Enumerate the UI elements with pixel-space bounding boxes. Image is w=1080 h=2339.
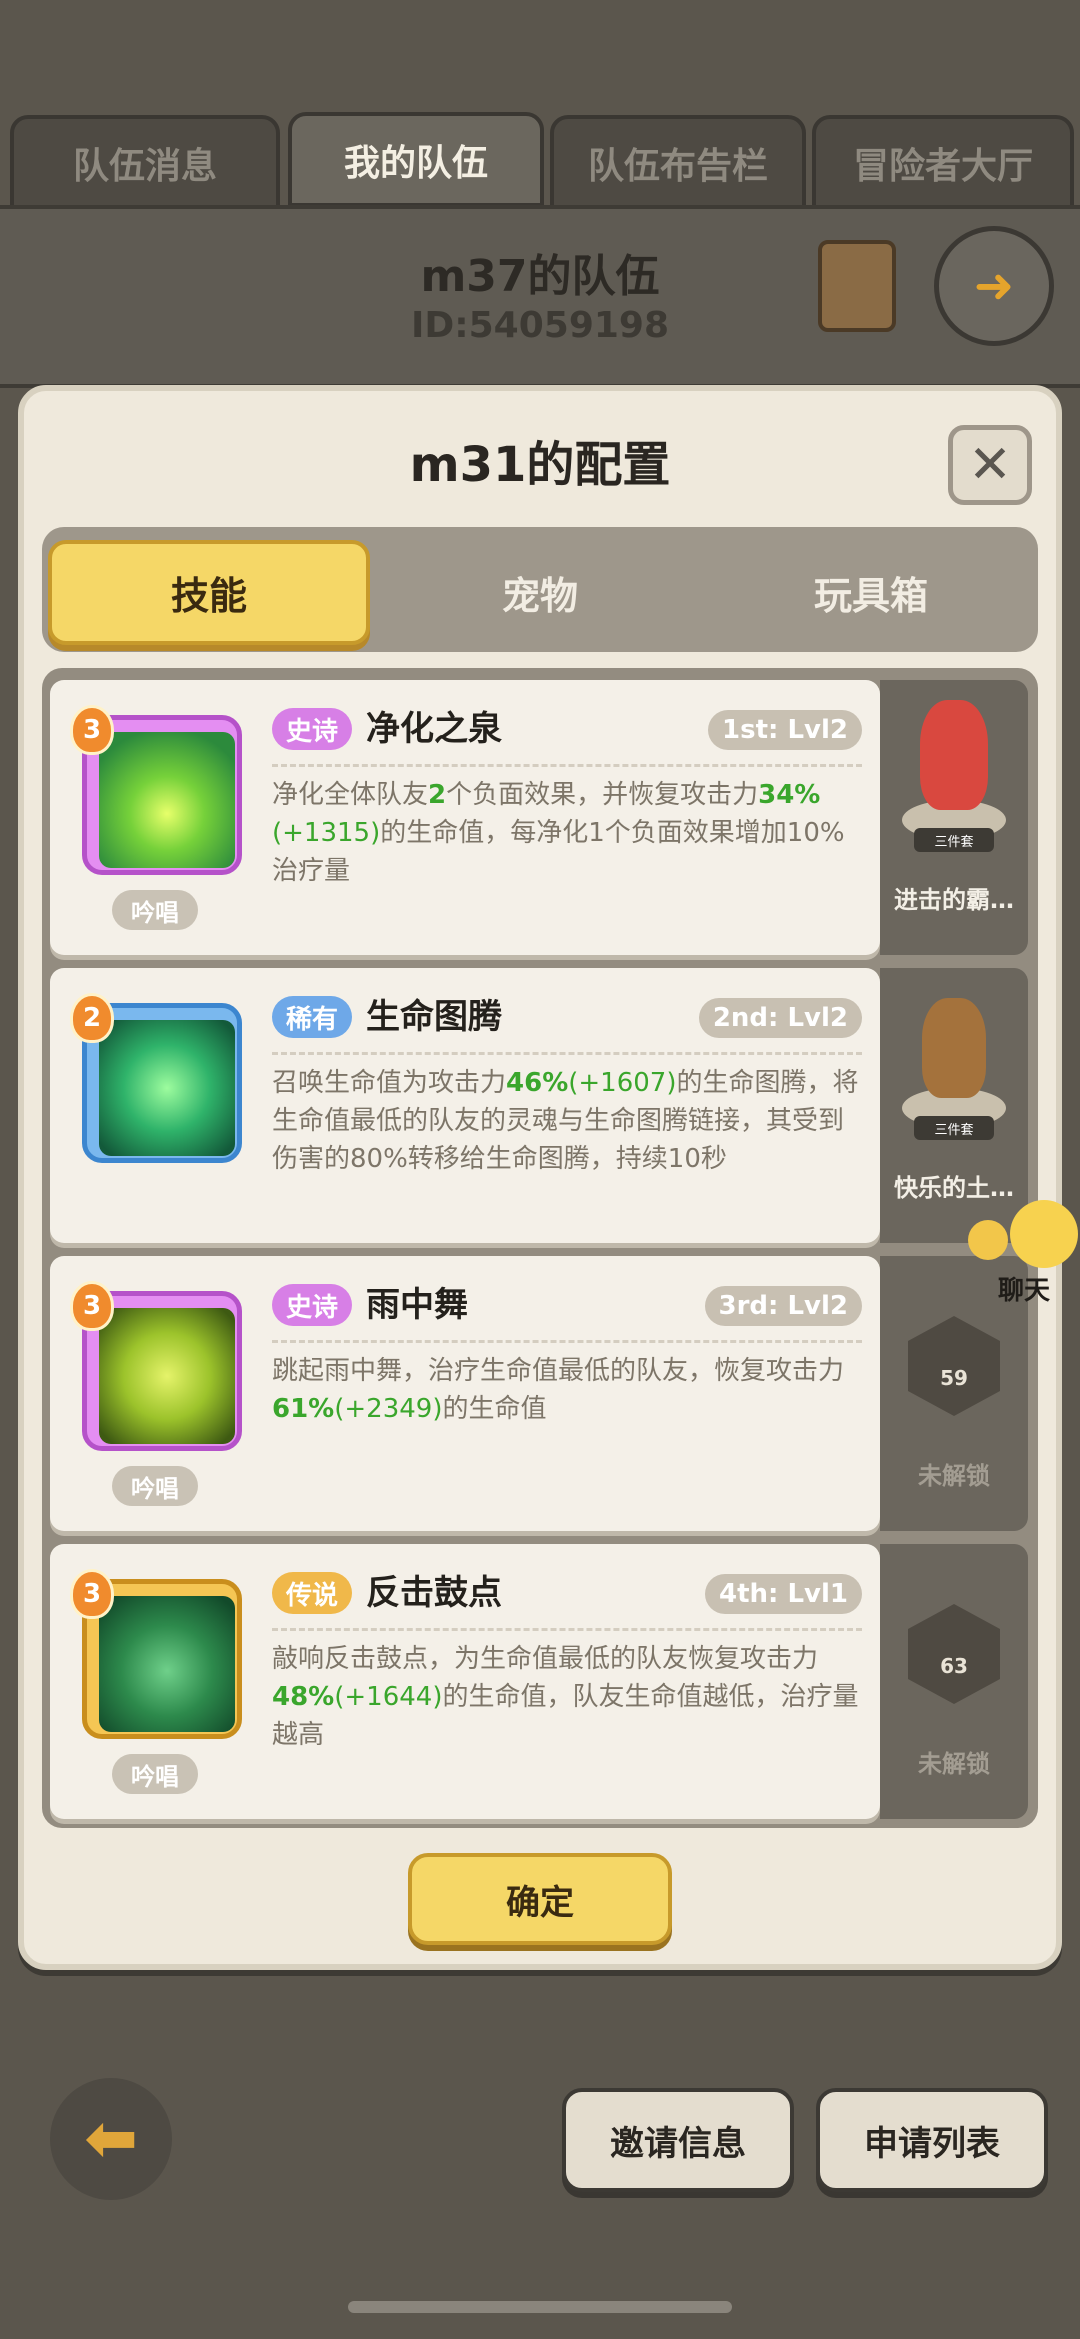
skill-name: 反击鼓点 xyxy=(366,1573,502,1613)
tab-skills[interactable]: 技能 xyxy=(48,540,370,645)
back-arrow-icon: ⬅ xyxy=(84,2102,138,2176)
slot-level: 2nd: Lvl2 xyxy=(698,998,862,1038)
skill-card[interactable]: 2 稀有 生命图腾 2nd: Lvl2 召唤生命值为攻击力46%(+1607)的… xyxy=(50,968,880,1243)
team-id: ID:54059198 xyxy=(410,305,670,346)
tab-label: 我的队伍 xyxy=(343,142,488,184)
back-button[interactable]: ⬅ xyxy=(50,2078,172,2200)
confirm-button[interactable]: 确定 xyxy=(408,1853,672,1945)
skill-name: 雨中舞 xyxy=(366,1285,468,1325)
pet-slot[interactable]: 三件套 进击的霸… xyxy=(880,680,1028,955)
tab-pets[interactable]: 宠物 xyxy=(380,540,700,645)
skill-level-badge: 3 xyxy=(70,705,114,755)
chat-button[interactable]: 聊天 xyxy=(968,1200,1080,1310)
close-button[interactable]: ✕ xyxy=(948,425,1032,505)
chat-label: 聊天 xyxy=(997,1276,1050,1306)
rarity-badge: 史诗 xyxy=(272,1284,353,1326)
divider xyxy=(272,1628,862,1631)
pet-dragon-icon xyxy=(920,700,988,810)
exit-team-icon[interactable]: ➜ xyxy=(934,226,1054,346)
tab-label: 宠物 xyxy=(501,574,578,618)
divider xyxy=(272,1052,862,1055)
tab-adventurer-hall[interactable]: 冒险者大厅 xyxy=(812,115,1074,210)
rarity-badge: 传说 xyxy=(272,1572,353,1614)
pet-name: 快乐的土… xyxy=(894,1174,1014,1202)
tab-label: 队伍布告栏 xyxy=(587,145,768,187)
scroll-notice-icon[interactable] xyxy=(818,240,896,332)
close-icon: ✕ xyxy=(968,435,1012,495)
confirm-label: 确定 xyxy=(506,1882,574,1923)
slot-level: 3rd: Lvl2 xyxy=(704,1286,862,1326)
skill-name: 净化之泉 xyxy=(366,709,502,749)
pet-slot-locked: 63 未解锁 xyxy=(880,1544,1028,1819)
rarity-badge: 史诗 xyxy=(272,708,353,750)
skill-description: 净化全体队友2个负面效果，并恢复攻击力34%(+1315)的生命值，每净化1个负… xyxy=(272,780,845,886)
skill-description: 跳起雨中舞，治疗生命值最低的队友，恢复攻击力61%(+2349)的生命值 xyxy=(272,1356,845,1424)
tab-label: 玩具箱 xyxy=(813,574,928,618)
tab-my-team[interactable]: 我的队伍 xyxy=(288,112,544,207)
button-label: 邀请信息 xyxy=(610,2123,746,2164)
skill-level-badge: 2 xyxy=(70,993,114,1043)
chat-bubble-icon xyxy=(968,1220,1008,1260)
divider xyxy=(272,764,862,767)
set-tag: 三件套 xyxy=(914,828,994,852)
chant-badge: 吟唱 xyxy=(112,1754,198,1794)
pet-name: 进击的霸… xyxy=(894,886,1014,914)
slot-level: 4th: Lvl1 xyxy=(705,1574,862,1614)
team-name: m37的队伍 xyxy=(420,251,660,302)
unlock-level: 59 xyxy=(940,1366,968,1390)
pet-mole-icon xyxy=(922,998,986,1098)
skill-description: 召唤生命值为攻击力46%(+1607)的生命图腾，将生命值最低的队友的灵魂与生命… xyxy=(272,1068,859,1174)
home-indicator[interactable] xyxy=(348,2301,732,2313)
skill-card[interactable]: 3 吟唱 史诗 净化之泉 1st: Lvl2 净化全体队友2个负面效果，并恢复攻… xyxy=(50,680,880,955)
skill-card[interactable]: 3 吟唱 传说 反击鼓点 4th: Lvl1 敲响反击鼓点，为生命值最低的队友恢… xyxy=(50,1544,880,1819)
chat-face-icon xyxy=(1010,1200,1078,1268)
apply-list-button[interactable]: 申请列表 xyxy=(816,2088,1048,2192)
button-label: 申请列表 xyxy=(864,2123,1000,2164)
tab-team-messages[interactable]: 队伍消息 xyxy=(10,115,280,210)
set-tag: 三件套 xyxy=(914,1116,994,1140)
tab-label: 队伍消息 xyxy=(72,145,217,187)
locked-label: 未解锁 xyxy=(918,1750,990,1778)
tab-label: 技能 xyxy=(170,574,247,618)
modal-title: m31的配置 xyxy=(409,437,671,493)
rarity-badge: 稀有 xyxy=(272,996,353,1038)
chant-badge: 吟唱 xyxy=(112,890,198,930)
locked-label: 未解锁 xyxy=(918,1462,990,1490)
skill-level-badge: 3 xyxy=(70,1281,114,1331)
skill-description: 敲响反击鼓点，为生命值最低的队友恢复攻击力48%(+1644)的生命值，队友生命… xyxy=(272,1644,859,1750)
tab-team-board[interactable]: 队伍布告栏 xyxy=(550,115,806,210)
tab-toybox[interactable]: 玩具箱 xyxy=(710,540,1032,645)
chant-badge: 吟唱 xyxy=(112,1466,198,1506)
skill-name: 生命图腾 xyxy=(366,997,502,1037)
slot-level: 1st: Lvl2 xyxy=(708,710,862,750)
divider xyxy=(272,1340,862,1343)
invite-info-button[interactable]: 邀请信息 xyxy=(562,2088,794,2192)
unlock-level: 63 xyxy=(940,1654,968,1678)
tab-label: 冒险者大厅 xyxy=(852,145,1033,187)
skill-level-badge: 3 xyxy=(70,1569,114,1619)
skill-card[interactable]: 3 吟唱 史诗 雨中舞 3rd: Lvl2 跳起雨中舞，治疗生命值最低的队友，恢… xyxy=(50,1256,880,1531)
